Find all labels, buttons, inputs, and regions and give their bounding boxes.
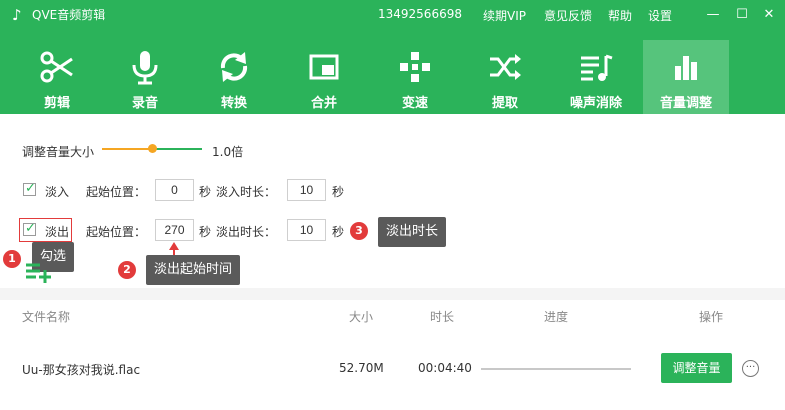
music-note-icon: ♪ bbox=[12, 6, 22, 24]
minimize-button[interactable]: — bbox=[702, 4, 724, 26]
volume-label: 调整音量大小 bbox=[22, 145, 95, 159]
fade-out-label: 淡出 bbox=[45, 225, 70, 239]
tool-merge[interactable]: 合并 bbox=[281, 40, 367, 114]
file-progress-bar bbox=[481, 368, 631, 370]
fade-in-duration-input[interactable] bbox=[287, 179, 326, 201]
settings-link[interactable]: 设置 bbox=[648, 7, 672, 24]
col-header-name: 文件名称 bbox=[22, 310, 71, 324]
tool-record-label: 录音 bbox=[131, 96, 158, 111]
tool-extract-label: 提取 bbox=[491, 96, 518, 111]
tool-extract[interactable]: 提取 bbox=[462, 40, 548, 114]
renew-vip-link[interactable]: 续期VIP bbox=[483, 7, 526, 24]
tool-noise-reduction[interactable]: 噪声消除 bbox=[553, 40, 639, 114]
title-bar: ♪ QVE音频剪辑 13492566698 续期VIP 意见反馈 帮助 设置 —… bbox=[0, 0, 785, 30]
annotation-callout-2: 淡出起始时间 bbox=[146, 255, 241, 285]
feedback-link[interactable]: 意见反馈 bbox=[544, 7, 592, 24]
annotation-badge-2: 2 bbox=[118, 261, 136, 279]
annotation-badge-1: 1 bbox=[3, 250, 21, 268]
extract-icon bbox=[462, 48, 548, 86]
tool-volume-adjust-label: 音量调整 bbox=[659, 96, 712, 111]
file-size: 52.70M bbox=[339, 361, 384, 375]
maximize-button[interactable]: ☐ bbox=[731, 4, 753, 26]
fade-out-start-unit: 秒 bbox=[199, 225, 212, 239]
fade-out-duration-label: 淡出时长： bbox=[216, 225, 277, 239]
col-header-progress: 进度 bbox=[544, 310, 569, 324]
tool-cut[interactable]: 剪辑 bbox=[14, 40, 100, 114]
tool-record[interactable]: 录音 bbox=[102, 40, 188, 114]
fade-out-start-label: 起始位置： bbox=[86, 225, 147, 239]
fade-in-label: 淡入 bbox=[45, 185, 70, 199]
volume-slider-fill bbox=[102, 148, 152, 150]
volume-slider-thumb[interactable] bbox=[148, 144, 157, 153]
tool-noise-reduction-label: 噪声消除 bbox=[569, 96, 622, 111]
annotation-badge-3: 3 bbox=[350, 222, 368, 240]
section-divider bbox=[0, 288, 785, 300]
fade-out-checkbox[interactable]: ✓ bbox=[23, 221, 36, 236]
volume-value: 1.0倍 bbox=[212, 145, 244, 159]
fade-in-start-unit: 秒 bbox=[199, 185, 212, 199]
tool-convert-label: 转换 bbox=[220, 96, 247, 111]
fade-in-start-input[interactable] bbox=[155, 179, 194, 201]
col-header-action: 操作 bbox=[699, 310, 724, 324]
app-title: QVE音频剪辑 bbox=[32, 8, 106, 22]
volume-slider[interactable] bbox=[102, 144, 202, 153]
check-icon: ✓ bbox=[25, 221, 36, 236]
file-name: Uu-那女孩对我说.flac bbox=[22, 363, 141, 377]
volume-panel: 调整音量大小 1.0倍 ✓ 淡入 起始位置： 秒 淡入时长： 秒 ✓ 淡出 起始… bbox=[0, 114, 785, 410]
speed-icon bbox=[372, 48, 458, 86]
file-duration: 00:04:40 bbox=[418, 361, 472, 375]
tool-speed[interactable]: 变速 bbox=[372, 40, 458, 114]
fade-out-start-input[interactable] bbox=[155, 219, 194, 241]
merge-icon bbox=[281, 48, 367, 86]
volume-bars-icon bbox=[643, 48, 729, 86]
tool-cut-label: 剪辑 bbox=[43, 96, 70, 111]
fade-out-duration-input[interactable] bbox=[287, 219, 326, 241]
fade-in-checkbox[interactable]: ✓ bbox=[23, 181, 36, 196]
fade-in-duration-unit: 秒 bbox=[332, 185, 345, 199]
close-button[interactable]: ✕ bbox=[758, 4, 780, 26]
fade-out-duration-unit: 秒 bbox=[332, 225, 345, 239]
tool-speed-label: 变速 bbox=[401, 96, 428, 111]
annotation-callout-3: 淡出时长 bbox=[378, 217, 447, 247]
scissors-icon bbox=[14, 48, 100, 86]
col-header-duration: 时长 bbox=[430, 310, 455, 324]
more-options-icon[interactable]: ··· bbox=[742, 360, 759, 377]
tool-volume-adjust[interactable]: 音量调整 bbox=[643, 40, 729, 114]
tool-convert[interactable]: 转换 bbox=[191, 40, 277, 114]
convert-icon bbox=[191, 48, 277, 86]
noise-icon bbox=[553, 48, 639, 86]
fade-in-duration-label: 淡入时长： bbox=[216, 185, 277, 199]
tool-merge-label: 合并 bbox=[310, 96, 337, 111]
help-link[interactable]: 帮助 bbox=[608, 7, 632, 24]
adjust-volume-button[interactable]: 调整音量 bbox=[661, 353, 732, 383]
add-file-icon[interactable] bbox=[24, 260, 54, 284]
microphone-icon bbox=[102, 48, 188, 86]
fade-in-start-label: 起始位置： bbox=[86, 185, 147, 199]
check-icon: ✓ bbox=[25, 181, 36, 196]
col-header-size: 大小 bbox=[349, 310, 374, 324]
main-toolbar: 剪辑 录音 转换 合并 变速 提取 噪声消除 音量调整 bbox=[0, 30, 785, 114]
account-phone: 13492566698 bbox=[378, 7, 462, 21]
